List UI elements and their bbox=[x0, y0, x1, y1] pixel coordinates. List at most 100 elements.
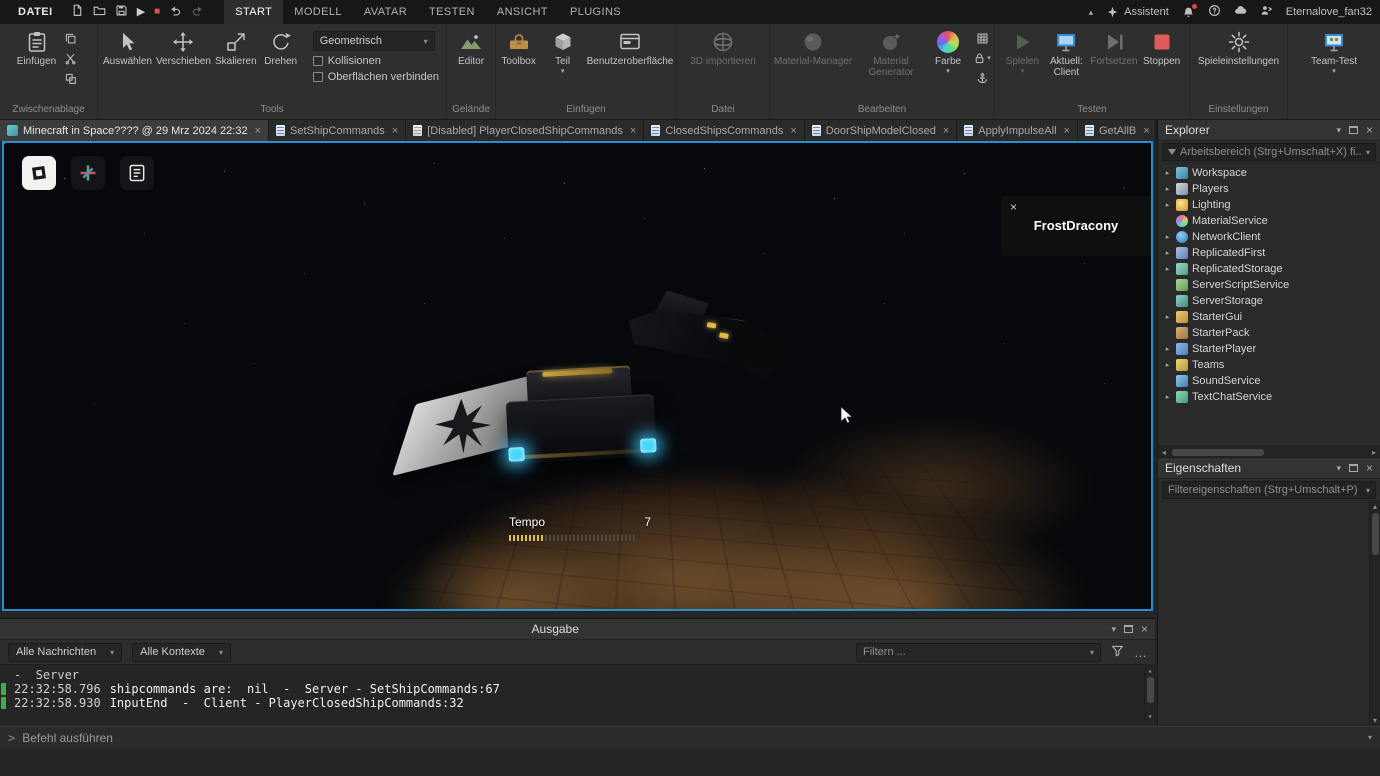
play-game-button[interactable]: Spielen ▾ bbox=[1000, 26, 1044, 75]
close-overlay-icon[interactable]: × bbox=[1010, 201, 1142, 213]
expand-arrow-icon[interactable]: ▸ bbox=[1163, 249, 1172, 257]
doc-tab-closedshipscommands[interactable]: ClosedShipsCommands × bbox=[644, 120, 804, 141]
stop-icon[interactable]: ■ bbox=[154, 7, 160, 17]
explorer-item-materialservice[interactable]: MaterialService bbox=[1158, 213, 1380, 229]
copy-button[interactable] bbox=[61, 30, 81, 47]
float-panel-icon[interactable] bbox=[1349, 464, 1358, 472]
explorer-item-replicatedstorage[interactable]: ▸ReplicatedStorage bbox=[1158, 261, 1380, 277]
explorer-h-scrollbar[interactable]: ◂ ▸ bbox=[1158, 446, 1380, 457]
doc-tab-getallb[interactable]: GetAllB × bbox=[1078, 120, 1156, 141]
material-generator-button[interactable]: Material Generator bbox=[856, 26, 926, 78]
share-button[interactable] bbox=[1260, 4, 1273, 20]
scroll-left-icon[interactable]: ◂ bbox=[1158, 448, 1170, 457]
chevron-down-icon[interactable]: ▾ bbox=[1090, 648, 1094, 657]
new-file-icon[interactable] bbox=[71, 4, 84, 20]
explorer-item-teams[interactable]: ▸Teams bbox=[1158, 357, 1380, 373]
collapse-panel-icon[interactable]: ▾ bbox=[1336, 464, 1341, 473]
scrollbar-thumb[interactable] bbox=[1372, 513, 1379, 555]
player-name[interactable]: FrostDracony bbox=[1010, 218, 1142, 233]
float-panel-icon[interactable] bbox=[1349, 126, 1358, 134]
explorer-item-workspace[interactable]: ▸Workspace bbox=[1158, 165, 1380, 181]
resume-button[interactable]: Fortsetzen bbox=[1088, 26, 1139, 67]
help-button[interactable] bbox=[1208, 4, 1221, 20]
duplicate-button[interactable] bbox=[61, 70, 81, 87]
file-menu-button[interactable]: DATEI bbox=[8, 6, 63, 18]
explorer-item-players[interactable]: ▸Players bbox=[1158, 181, 1380, 197]
anchor-button[interactable] bbox=[972, 70, 992, 87]
viewport-canvas[interactable]: × FrostDracony Tempo 7 bbox=[4, 143, 1151, 609]
redo-icon[interactable] bbox=[191, 4, 204, 20]
explorer-filter-input[interactable] bbox=[1180, 146, 1362, 158]
collisions-checkbox[interactable]: Kollisionen bbox=[313, 55, 439, 67]
expand-arrow-icon[interactable]: ▸ bbox=[1163, 265, 1172, 273]
close-tab-icon[interactable]: × bbox=[630, 125, 636, 137]
save-icon[interactable] bbox=[115, 4, 128, 20]
cloud-icon[interactable] bbox=[1234, 4, 1247, 20]
open-file-icon[interactable] bbox=[93, 4, 106, 20]
chevron-down-icon[interactable]: ▾ bbox=[1366, 486, 1370, 495]
doc-tab-applyimpulseall[interactable]: ApplyImpulseAll × bbox=[957, 120, 1078, 141]
contexts-filter-dropdown[interactable]: Alle Kontexte ▾ bbox=[132, 643, 231, 662]
clear-output-button[interactable] bbox=[1111, 644, 1124, 660]
doc-tab-game[interactable]: Minecraft in Space???? @ 29 Mrz 2024 22:… bbox=[0, 120, 269, 141]
close-tab-icon[interactable]: × bbox=[1143, 125, 1149, 137]
doc-tab-doorshipmodelclosed[interactable]: DoorShipModelClosed × bbox=[805, 120, 958, 141]
import-3d-button[interactable]: 3D importieren bbox=[688, 26, 758, 67]
explorer-item-soundservice[interactable]: SoundService bbox=[1158, 373, 1380, 389]
collapse-panel-icon[interactable]: ▾ bbox=[1111, 625, 1116, 634]
more-options-icon[interactable]: … bbox=[1134, 646, 1147, 659]
properties-filter-input[interactable] bbox=[1168, 484, 1362, 496]
tab-avatar[interactable]: AVATAR bbox=[353, 0, 418, 24]
collapse-ribbon-icon[interactable]: ▴ bbox=[1089, 7, 1094, 18]
command-input[interactable] bbox=[22, 731, 1361, 745]
float-panel-icon[interactable] bbox=[1124, 625, 1133, 633]
near-ship[interactable] bbox=[498, 364, 664, 482]
scroll-up-icon[interactable]: ▴ bbox=[1148, 665, 1153, 676]
rotate-button[interactable]: Drehen bbox=[259, 26, 303, 67]
move-button[interactable]: Verschieben bbox=[154, 26, 213, 67]
scroll-down-icon[interactable]: ▾ bbox=[1148, 711, 1153, 722]
explorer-item-starterplayer[interactable]: ▸StarterPlayer bbox=[1158, 341, 1380, 357]
play-icon[interactable]: ▶ bbox=[137, 7, 145, 18]
part-button[interactable]: Teil ▾ bbox=[541, 26, 585, 75]
move-tool-button[interactable] bbox=[71, 156, 105, 190]
chevron-down-icon[interactable]: ▾ bbox=[1366, 148, 1370, 157]
tab-start[interactable]: START bbox=[224, 0, 283, 24]
explorer-item-lighting[interactable]: ▸Lighting bbox=[1158, 197, 1380, 213]
join-surfaces-checkbox[interactable]: Oberflächen verbinden bbox=[313, 71, 439, 83]
lock-button[interactable]: ▾ bbox=[972, 50, 992, 67]
doc-tab-setshipcommands[interactable]: SetShipCommands × bbox=[269, 120, 406, 141]
log-panel-button[interactable] bbox=[120, 156, 154, 190]
color-button[interactable]: Farbe ▾ bbox=[926, 26, 970, 75]
messages-filter-dropdown[interactable]: Alle Nachrichten ▾ bbox=[8, 643, 122, 662]
ui-button[interactable]: Benutzeroberfläche bbox=[585, 26, 676, 67]
notifications-button[interactable] bbox=[1182, 6, 1195, 19]
explorer-item-replicatedfirst[interactable]: ▸ReplicatedFirst bbox=[1158, 245, 1380, 261]
expand-arrow-icon[interactable]: ▸ bbox=[1163, 233, 1172, 241]
scroll-down-icon[interactable]: ▾ bbox=[1373, 715, 1377, 726]
paste-button[interactable]: Einfügen bbox=[15, 26, 59, 67]
properties-v-scrollbar[interactable]: ▴ ▾ bbox=[1369, 501, 1380, 726]
expand-arrow-icon[interactable]: ▸ bbox=[1163, 345, 1172, 353]
transform-mode-dropdown[interactable]: Geometrisch ▾ bbox=[313, 31, 435, 51]
current-client-button[interactable]: Aktuell:Client bbox=[1044, 26, 1088, 78]
material-grid-button[interactable] bbox=[972, 30, 992, 47]
expand-arrow-icon[interactable]: ▸ bbox=[1163, 185, 1172, 193]
expand-arrow-icon[interactable]: ▸ bbox=[1163, 361, 1172, 369]
scrollbar-thumb[interactable] bbox=[1172, 449, 1264, 456]
stop-game-button[interactable]: Stoppen bbox=[1140, 26, 1184, 67]
close-tab-icon[interactable]: × bbox=[255, 125, 261, 137]
select-button[interactable]: Auswählen bbox=[101, 26, 154, 67]
terrain-editor-button[interactable]: Editor bbox=[449, 26, 493, 67]
explorer-item-serverstorage[interactable]: ServerStorage bbox=[1158, 293, 1380, 309]
output-v-scrollbar[interactable]: ▴ ▾ bbox=[1144, 665, 1155, 722]
assistant-button[interactable]: Assistent bbox=[1106, 6, 1169, 19]
collapse-panel-icon[interactable]: ▾ bbox=[1336, 126, 1341, 135]
explorer-item-starterpack[interactable]: StarterPack bbox=[1158, 325, 1380, 341]
doc-tab-playerclosedshipcommands[interactable]: [Disabled] PlayerClosedShipCommands × bbox=[406, 120, 644, 141]
tab-testen[interactable]: TESTEN bbox=[418, 0, 486, 24]
close-tab-icon[interactable]: × bbox=[392, 125, 398, 137]
expand-arrow-icon[interactable]: ▸ bbox=[1163, 201, 1172, 209]
explorer-item-networkclient[interactable]: ▸NetworkClient bbox=[1158, 229, 1380, 245]
expand-arrow-icon[interactable]: ▸ bbox=[1163, 169, 1172, 177]
